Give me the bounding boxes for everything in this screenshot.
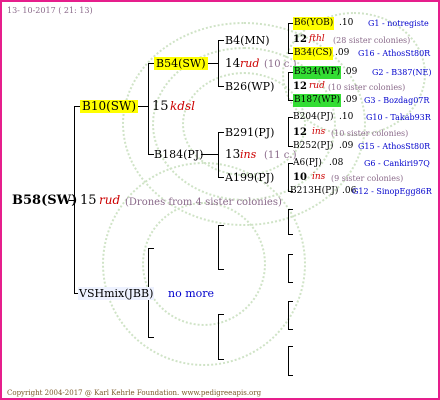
- g4-right-10: G6 - Cankiri97Q: [364, 159, 430, 168]
- g4-num-4: .09: [343, 67, 358, 77]
- root-dash: -: [70, 193, 75, 207]
- g4-note-11: (9 sister colonies): [331, 174, 404, 183]
- g4-num-1: .10: [339, 18, 354, 28]
- g4-right-3: G16 - AthosSt80R: [358, 49, 431, 58]
- g4-gen-8: 12: [293, 127, 307, 138]
- g4-note-8: (10 sister colonies): [331, 129, 409, 138]
- root-gen: 15: [80, 193, 97, 208]
- g2-queen-1: B54(SW): [154, 57, 208, 70]
- g4-right-6: G3 - Bozdag07R: [364, 96, 430, 105]
- g2-note-2: (11 c.): [264, 150, 297, 161]
- g4-num-7: .10: [339, 112, 354, 122]
- g4-right-1: G1 - notregiste: [368, 19, 429, 28]
- g4-right-9: G15 - AthosSt80R: [358, 142, 431, 151]
- g4-note-2: (28 sister colonies): [333, 36, 411, 45]
- g4-gen-2: 12: [293, 34, 307, 45]
- g2-note-1: (10 c.): [264, 59, 297, 70]
- father-queen: B10(SW): [80, 99, 139, 113]
- g4-num-9: .09: [339, 141, 354, 151]
- g4-queen-3: B34(CS): [293, 47, 334, 60]
- mother-note: no more: [168, 287, 215, 300]
- root-queen: B58(SW): [12, 193, 78, 208]
- g2-gen-2: 13: [225, 147, 241, 161]
- copyright-footer: Copyright 2004-2017 @ Karl Kehrle Founda…: [7, 389, 262, 397]
- mother-queen: VSHmix(JBB): [78, 287, 155, 300]
- g4-note-5: (10 sister colonies): [328, 83, 406, 92]
- g4-num-3: .09: [335, 48, 350, 58]
- g4-gen-11: 10: [293, 172, 307, 183]
- g4-code-11: ins: [312, 172, 326, 182]
- g3-queen-1: B4(MN): [225, 34, 270, 47]
- g2-gen-1: 14: [225, 56, 241, 70]
- father-gen: 15: [152, 99, 169, 114]
- g4-queen-9: B252(PJ): [293, 141, 334, 151]
- g4-right-12: G12 - SinopEgg86R: [352, 187, 432, 196]
- g2-code-2: ins: [240, 148, 257, 161]
- root-code: rud: [99, 193, 121, 207]
- g4-num-6: .09: [343, 95, 358, 105]
- g4-code-8: ins: [312, 127, 326, 137]
- g4-code-5: rud: [309, 81, 325, 91]
- g4-right-7: G10 - Takab93R: [366, 113, 431, 122]
- g4-num-10: .08: [329, 158, 344, 168]
- g3-queen-4: A199(PJ): [225, 171, 275, 184]
- father-code: kdsl: [170, 99, 195, 113]
- g4-queen-7: B204(PJ): [293, 112, 334, 122]
- g4-gen-5: 12: [293, 81, 307, 92]
- g2-code-1: rud: [240, 57, 260, 70]
- g2-queen-2: B184(PJ): [154, 148, 204, 161]
- root-note: (Drones from 4 sister colonies): [125, 197, 282, 208]
- date-stamp: 13- 10-2017 ( 21: 13): [7, 6, 93, 15]
- g4-code-2: fthl: [309, 34, 325, 44]
- g4-right-4: G2 - B387(NE): [372, 68, 432, 77]
- g4-queen-12: B213H(PJ): [290, 186, 339, 196]
- g4-queen-4: B334(WP): [293, 66, 342, 79]
- g4-queen-10: A6(PJ): [293, 158, 322, 168]
- g3-queen-2: B26(WP): [225, 80, 275, 93]
- g4-queen-6: B187(WP): [293, 94, 342, 107]
- g3-queen-3: B291(PJ): [225, 126, 275, 139]
- g4-queen-1: B6(YOB): [293, 17, 335, 30]
- pedigree-frame: 13- 10-2017 ( 21: 13) B58(SW) - 15 rud (…: [0, 0, 440, 400]
